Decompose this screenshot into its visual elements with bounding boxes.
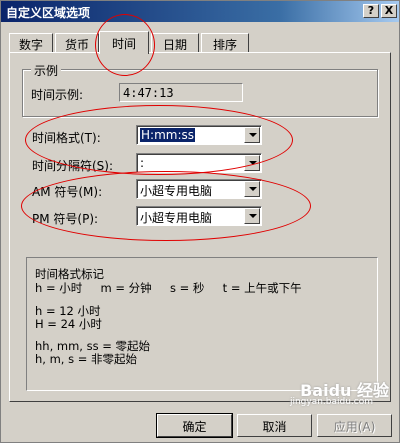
notes-line: h = 小时 m = 分钟 s = 秒 t = 上午或下午 — [35, 281, 302, 295]
time-sample-label: 时间示例: — [31, 88, 84, 102]
tab-date[interactable]: 日期 — [151, 33, 199, 53]
close-button[interactable]: X — [381, 4, 397, 18]
time-separator-combobox[interactable]: : — [136, 153, 262, 173]
help-button[interactable]: ? — [363, 4, 379, 18]
tab-sort[interactable]: 排序 — [201, 33, 249, 53]
cancel-button[interactable]: 取消 — [237, 414, 312, 437]
sample-groupbox: 示例 时间示例: 4:47:13 — [22, 62, 378, 117]
time-separator-value: : — [140, 156, 145, 170]
am-symbol-value: 小超专用电脑 — [140, 184, 213, 198]
notes-line: H = 24 小时 — [35, 317, 102, 331]
pm-symbol-dropdown-arrow-icon[interactable] — [244, 208, 260, 224]
time-format-label: 时间格式(T): — [32, 131, 101, 145]
apply-button[interactable]: 应用(A) — [317, 414, 392, 437]
notes-line: h, m, s = 非零起始 — [35, 352, 138, 366]
time-format-notes: 时间格式标记 h = 小时 m = 分钟 s = 秒 t = 上午或下午 h =… — [26, 257, 378, 391]
pm-symbol-value: 小超专用电脑 — [140, 211, 213, 225]
cancel-button-label: 取消 — [262, 420, 287, 434]
ok-button[interactable]: 确定 — [156, 413, 233, 438]
ok-button-label: 确定 — [182, 420, 207, 434]
time-sample-value: 4:47:13 — [119, 83, 243, 102]
am-symbol-dropdown-arrow-icon[interactable] — [244, 181, 260, 197]
tab-panel-time: 示例 时间示例: 4:47:13 时间格式(T): H:mm:ss 时间分隔符(… — [9, 52, 391, 402]
baidu-watermark-url: jingyan.baidu.com — [289, 397, 373, 407]
pm-symbol-combobox[interactable]: 小超专用电脑 — [136, 206, 262, 226]
time-format-value: H:mm:ss — [140, 128, 195, 142]
custom-regional-options-dialog: 自定义区域选项 ? X 数字 货币 时间 日期 排序 示例 时间示例: 4:47… — [0, 0, 400, 443]
apply-button-label: 应用(A) — [333, 420, 376, 434]
time-separator-dropdown-arrow-icon[interactable] — [244, 155, 260, 171]
title-bar: 自定义区域选项 ? X — [1, 1, 399, 22]
tab-currency[interactable]: 货币 — [55, 33, 99, 53]
time-format-dropdown-arrow-icon[interactable] — [244, 127, 260, 143]
time-separator-label: 时间分隔符(S): — [32, 159, 114, 173]
am-symbol-combobox[interactable]: 小超专用电脑 — [136, 179, 262, 199]
window-title: 自定义区域选项 — [6, 6, 91, 20]
tab-time[interactable]: 时间 — [99, 31, 149, 54]
am-symbol-label: AM 符号(M): — [32, 185, 103, 199]
sample-group-label: 示例 — [31, 62, 62, 79]
time-format-combobox[interactable]: H:mm:ss — [136, 125, 262, 145]
tab-number[interactable]: 数字 — [9, 33, 53, 53]
pm-symbol-label: PM 符号(P): — [32, 212, 99, 226]
